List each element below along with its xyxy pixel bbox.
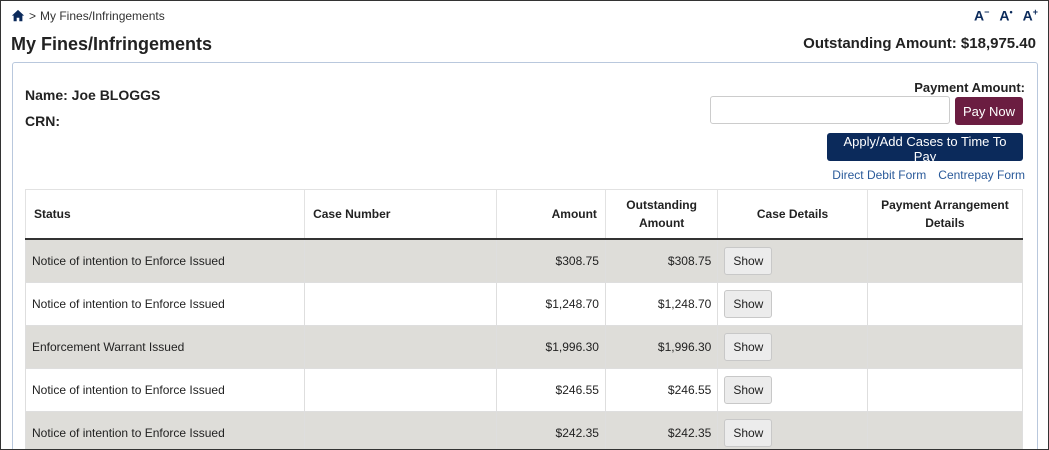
- cell-arrangement: [867, 368, 1024, 412]
- font-decrease-mark: −: [984, 7, 990, 17]
- cell-arrangement: [867, 282, 1024, 326]
- cell-case-details: Show: [717, 282, 868, 326]
- form-links: Direct Debit Form Centrepay Form: [832, 168, 1025, 182]
- payment-amount-input[interactable]: [710, 96, 950, 124]
- cell-case-number: [304, 282, 497, 326]
- cell-arrangement: [867, 325, 1024, 369]
- font-decrease-letter: A: [973, 7, 985, 24]
- pay-now-button[interactable]: Pay Now: [955, 97, 1023, 125]
- cell-amount: $1,248.70: [496, 282, 606, 326]
- cell-arrangement: [867, 239, 1024, 283]
- cell-case-number: [304, 411, 497, 449]
- header-case-number: Case Number: [304, 189, 497, 240]
- cell-amount: $1,996.30: [496, 325, 606, 369]
- font-decrease-button[interactable]: A−: [974, 7, 989, 24]
- cell-status: Notice of intention to Enforce Issued: [24, 368, 306, 412]
- header-payment-arrangement: Payment Arrangement Details: [867, 189, 1024, 240]
- table-row: Notice of intention to Enforce Issued $2…: [24, 368, 1024, 412]
- page-frame: > My Fines/Infringements A− A• A+ My Fin…: [0, 0, 1049, 450]
- cell-status: Notice of intention to Enforce Issued: [24, 239, 306, 283]
- table-row: Notice of intention to Enforce Issued $2…: [24, 411, 1024, 449]
- outstanding-amount: Outstanding Amount: $18,975.40: [803, 35, 1036, 52]
- cell-outstanding: $246.55: [605, 368, 719, 412]
- apply-time-to-pay-button[interactable]: Apply/Add Cases to Time To Pay: [827, 133, 1023, 164]
- table-header-row: Status Case Number Amount Outstanding Am…: [24, 189, 1024, 240]
- breadcrumb-separator: >: [29, 9, 37, 23]
- customer-name: Name: Joe BLOGGS: [25, 87, 161, 103]
- page-title: My Fines/Infringements: [11, 34, 213, 54]
- table-row: Notice of intention to Enforce Issued $1…: [24, 282, 1024, 326]
- font-increase-button[interactable]: A+: [1023, 7, 1038, 24]
- crn-label: CRN:: [25, 113, 60, 129]
- cell-status: Notice of intention to Enforce Issued: [24, 282, 306, 326]
- fines-panel: Name: Joe BLOGGS CRN: Payment Amount: Pa…: [12, 62, 1038, 449]
- top-bar: > My Fines/Infringements A− A• A+: [11, 7, 1038, 27]
- show-details-button[interactable]: Show: [724, 290, 773, 318]
- cell-case-number: [304, 325, 497, 369]
- cell-outstanding: $1,248.70: [605, 282, 719, 326]
- cell-outstanding: $1,996.30: [605, 325, 719, 369]
- breadcrumb: > My Fines/Infringements: [11, 9, 165, 23]
- breadcrumb-current: My Fines/Infringements: [40, 9, 165, 23]
- centrepay-form-link[interactable]: Centrepay Form: [938, 168, 1025, 182]
- font-reset-letter: A: [999, 7, 1010, 24]
- cell-amount: $242.35: [496, 411, 606, 449]
- cell-case-number: [304, 368, 497, 412]
- font-increase-letter: A: [1022, 7, 1033, 24]
- font-reset-button[interactable]: A•: [999, 7, 1012, 24]
- show-details-button[interactable]: Show: [724, 419, 773, 447]
- header-amount: Amount: [496, 189, 606, 240]
- cell-status: Enforcement Warrant Issued: [24, 325, 306, 369]
- cell-case-details: Show: [717, 368, 868, 412]
- cases-table: Status Case Number Amount Outstanding Am…: [24, 189, 1024, 449]
- table-row: Notice of intention to Enforce Issued $3…: [24, 239, 1024, 283]
- font-reset-mark: •: [1009, 7, 1013, 17]
- show-details-button[interactable]: Show: [724, 333, 773, 361]
- cell-case-details: Show: [717, 325, 868, 369]
- header-status: Status: [24, 189, 306, 240]
- cell-case-details: Show: [717, 411, 868, 449]
- table-row: Enforcement Warrant Issued $1,996.30 $1,…: [24, 325, 1024, 369]
- cell-case-number: [304, 239, 497, 283]
- home-icon[interactable]: [11, 9, 25, 23]
- font-size-controls: A− A• A+: [974, 7, 1038, 24]
- header-outstanding-amount: Outstanding Amount: [605, 189, 719, 240]
- cell-amount: $308.75: [496, 239, 606, 283]
- show-details-button[interactable]: Show: [724, 376, 773, 404]
- cell-status: Notice of intention to Enforce Issued: [24, 411, 306, 449]
- cell-outstanding: $308.75: [605, 239, 719, 283]
- cell-amount: $246.55: [496, 368, 606, 412]
- direct-debit-form-link[interactable]: Direct Debit Form: [832, 168, 926, 182]
- show-details-button[interactable]: Show: [724, 247, 773, 275]
- cell-outstanding: $242.35: [605, 411, 719, 449]
- header-case-details: Case Details: [717, 189, 868, 240]
- cell-arrangement: [867, 411, 1024, 449]
- font-increase-mark: +: [1032, 7, 1038, 17]
- cell-case-details: Show: [717, 239, 868, 283]
- payment-amount-label: Payment Amount:: [914, 80, 1025, 95]
